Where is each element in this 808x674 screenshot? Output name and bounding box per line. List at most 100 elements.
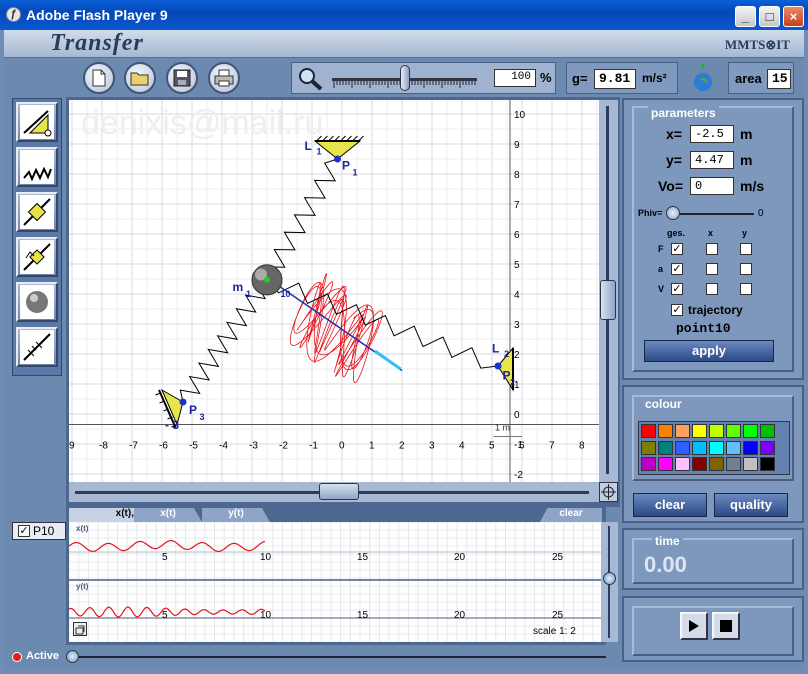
colour-swatch[interactable] — [675, 457, 690, 472]
colour-swatch[interactable] — [760, 457, 775, 472]
tool-damper-button[interactable] — [16, 192, 58, 232]
tab-y[interactable]: y(t) — [202, 508, 270, 522]
velocity-label: Vo= — [658, 178, 684, 194]
colour-swatch[interactable] — [760, 424, 775, 438]
simulation-canvas[interactable]: 9 -8 -7 -6 -5 -4 -3 -2 -1 0 1 2 3 4 5 6 7 8 10 9 8 7 6 5 4 3 2 1 0 -1… — [69, 100, 599, 482]
phi-label: Phiv= — [638, 208, 663, 218]
label-l1-sub: 1 — [317, 147, 322, 157]
colour-swatch[interactable] — [760, 440, 775, 455]
graph-vscroll-thumb[interactable] — [603, 572, 616, 585]
close-button[interactable]: × — [783, 6, 804, 27]
tool-mass-button[interactable] — [16, 282, 58, 322]
velocity-unit: m/s — [740, 178, 765, 194]
hscroll-thumb[interactable] — [319, 483, 359, 500]
center-view-button[interactable] — [599, 482, 618, 502]
mass-ball-icon — [20, 285, 54, 319]
x-input[interactable]: -2.5 — [690, 125, 734, 143]
graph-clear-tab[interactable]: clear — [540, 508, 602, 522]
force-x-checkbox[interactable] — [706, 243, 718, 255]
colour-swatch[interactable] — [692, 457, 707, 472]
colour-swatch[interactable] — [658, 440, 673, 455]
colour-clear-button[interactable]: clear — [633, 493, 707, 517]
colour-swatch[interactable] — [641, 440, 656, 455]
print-button[interactable] — [208, 62, 240, 94]
stop-icon — [720, 620, 732, 632]
colour-swatch[interactable] — [726, 440, 741, 455]
accel-total-checkbox[interactable]: ✓ — [671, 263, 683, 275]
area-input[interactable]: 15 — [767, 69, 791, 89]
vscroll-thumb[interactable] — [600, 280, 616, 320]
velocity-x-checkbox[interactable] — [706, 283, 718, 295]
graph-plot-area[interactable]: 5 5 10 10 15 15 20 20 25 25 x(t) y(t) scale 1: 2 — [69, 522, 601, 642]
colour-swatch[interactable] — [675, 424, 690, 438]
phi-slider-track[interactable] — [672, 213, 754, 215]
fit-icon — [75, 625, 85, 635]
trajectory-checkbox[interactable]: ✓ — [671, 304, 683, 316]
graph-fit-button[interactable] — [73, 622, 87, 636]
force-total-checkbox[interactable]: ✓ — [671, 243, 683, 255]
graph-vscroll[interactable] — [601, 522, 618, 642]
play-button[interactable] — [680, 612, 708, 640]
x-tick-label: 7 — [549, 441, 555, 452]
tool-support-button[interactable] — [16, 102, 58, 142]
apply-button[interactable]: apply — [644, 340, 774, 362]
tab-x[interactable]: x(t) — [134, 508, 202, 522]
colour-swatch[interactable] — [709, 457, 724, 472]
maximize-button[interactable]: □ — [759, 6, 780, 27]
quality-button[interactable]: quality — [714, 493, 788, 517]
tool-ruler-button[interactable] — [16, 327, 58, 367]
scene-drawing[interactable]: 9 -8 -7 -6 -5 -4 -3 -2 -1 0 1 2 3 4 5 6 7 8109876543210-1… — [69, 100, 599, 482]
x-tick-label: 2 — [399, 441, 405, 452]
accel-x-checkbox[interactable] — [706, 263, 718, 275]
colour-swatch[interactable] — [641, 424, 656, 438]
velocity-y-checkbox[interactable] — [740, 283, 752, 295]
canvas-vscroll[interactable] — [599, 100, 618, 482]
app-banner: Transfer MMTS⊗IT — [4, 30, 804, 58]
colour-swatch[interactable] — [726, 424, 741, 438]
colour-swatch[interactable] — [692, 440, 707, 455]
velocity-input[interactable]: 0 — [690, 177, 734, 195]
y-tick-label: 3 — [514, 320, 520, 331]
colour-swatch[interactable] — [726, 457, 741, 472]
parameters-panel: parameters x= -2.5 m y= 4.47 m Vo= 0 m/s… — [622, 98, 804, 380]
tool-spring-button[interactable] — [16, 147, 58, 187]
open-file-button[interactable] — [124, 62, 156, 94]
x-tick-label: -2 — [279, 441, 288, 452]
time-slider-track[interactable] — [72, 656, 606, 658]
zoom-slider-thumb[interactable] — [400, 65, 410, 91]
phi-slider-thumb[interactable] — [666, 206, 680, 220]
phi-value: 0 — [758, 208, 764, 219]
open-folder-icon — [130, 72, 149, 86]
save-button[interactable] — [166, 62, 198, 94]
colour-swatch[interactable] — [658, 457, 673, 472]
globe-icon[interactable] — [690, 62, 716, 94]
colour-swatch[interactable] — [743, 424, 758, 438]
force-y-checkbox[interactable] — [740, 243, 752, 255]
minimize-button[interactable]: _ — [735, 6, 756, 27]
graph-bottom-tick: 20 — [454, 610, 466, 621]
time-slider-thumb[interactable] — [66, 650, 79, 663]
graph-top-axis-label: x(t) — [76, 524, 89, 533]
colour-swatch[interactable] — [709, 440, 724, 455]
stop-button[interactable] — [712, 612, 740, 640]
tool-spring-damper-button[interactable] — [16, 237, 58, 277]
canvas-hscroll[interactable] — [69, 482, 599, 502]
colour-swatch[interactable] — [709, 424, 724, 438]
zoom-value-field[interactable]: 100 — [494, 69, 536, 87]
colour-swatch[interactable] — [692, 424, 707, 438]
gravity-input[interactable]: 9.81 — [594, 69, 636, 89]
y-input[interactable]: 4.47 — [690, 151, 734, 169]
colour-swatch[interactable] — [641, 457, 656, 472]
x-tick-label: 5 — [489, 441, 495, 452]
colour-swatch[interactable] — [743, 440, 758, 455]
colour-swatch[interactable] — [743, 457, 758, 472]
graph-point-selector[interactable]: ✓ P10 — [12, 522, 66, 540]
playback-panel — [622, 596, 804, 662]
accel-y-checkbox[interactable] — [740, 263, 752, 275]
colour-swatch[interactable] — [675, 440, 690, 455]
gravity-label: g= — [572, 71, 588, 86]
colour-swatch[interactable] — [658, 424, 673, 438]
new-file-button[interactable] — [83, 62, 115, 94]
velocity-total-checkbox[interactable]: ✓ — [671, 283, 683, 295]
graph-point-checkbox[interactable]: ✓ — [18, 525, 30, 537]
